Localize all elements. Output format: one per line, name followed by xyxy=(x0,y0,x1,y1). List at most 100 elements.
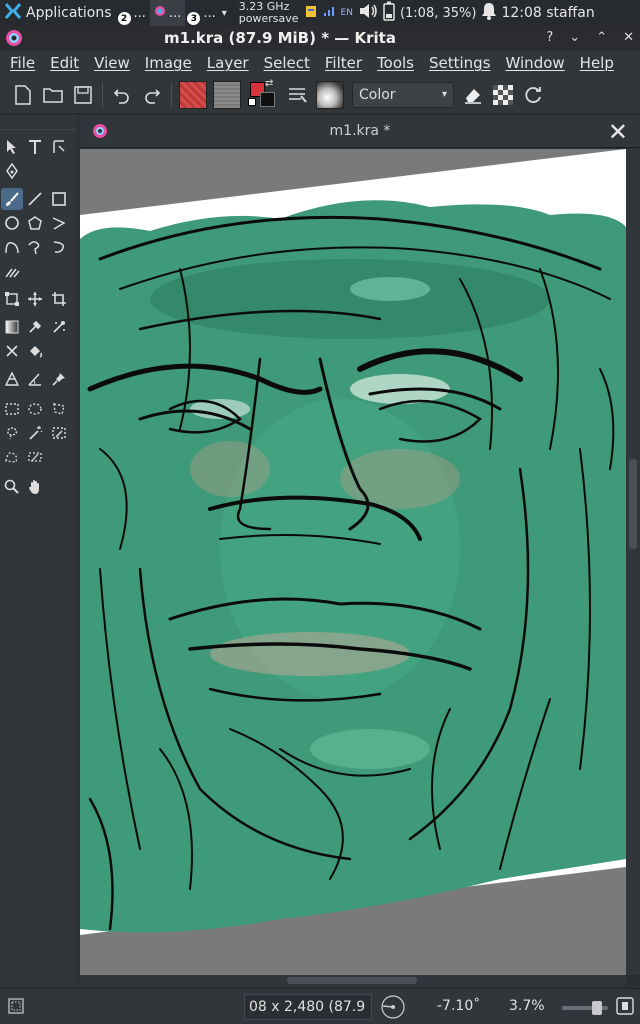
horizontal-scrollbar[interactable] xyxy=(80,975,626,986)
freehand-selection-tool[interactable] xyxy=(1,422,23,444)
menu-file[interactable]: File xyxy=(10,54,35,72)
window-maximize-icon[interactable]: ⌃ xyxy=(596,30,607,45)
image-size-field[interactable]: 08 x 2,480 (87.9 MiB) xyxy=(244,994,372,1020)
polyline-tool[interactable] xyxy=(48,212,70,234)
dynamic-brush-tool[interactable] xyxy=(48,236,70,258)
eraser-mode-button[interactable] xyxy=(458,80,488,110)
zoom-level[interactable]: 3.7% xyxy=(509,998,545,1014)
task-item-3[interactable]: 3 ... ▾ xyxy=(185,0,230,26)
horizontal-scrollbar-thumb[interactable] xyxy=(287,977,417,984)
perspective-grid-tool[interactable] xyxy=(1,368,23,390)
battery-icon[interactable] xyxy=(383,1,395,25)
application-launcher[interactable]: Applications xyxy=(0,0,116,26)
transform-tool[interactable] xyxy=(1,288,23,310)
gradient-selector[interactable] xyxy=(179,80,207,109)
undo-button[interactable] xyxy=(107,80,137,110)
select-shapes-tool[interactable] xyxy=(1,136,23,158)
rectangle-tool[interactable] xyxy=(48,188,70,210)
perspective-grid-icon xyxy=(4,371,20,386)
reload-preset-button[interactable] xyxy=(518,80,548,110)
contiguous-selection-tool[interactable] xyxy=(24,422,46,444)
menu-tools[interactable]: Tools xyxy=(377,54,414,72)
forehead-shadow xyxy=(150,259,550,339)
rotation-dial-icon[interactable] xyxy=(380,994,406,1024)
window-titlebar[interactable]: m1.kra (87.9 MiB) * — Krita ? ⌄ ⌃ ✕ xyxy=(0,26,640,50)
swap-colors-icon[interactable]: ⇄ xyxy=(265,78,273,89)
zoom-slider-handle[interactable] xyxy=(591,1001,602,1015)
background-color-swatch[interactable] xyxy=(260,91,275,107)
similar-color-selection-tool[interactable] xyxy=(48,422,70,444)
color-selector[interactable]: ⇄ xyxy=(248,78,278,110)
selection-mode-icon[interactable] xyxy=(8,998,24,1018)
menu-help[interactable]: Help xyxy=(580,54,614,72)
text-tool[interactable] xyxy=(24,136,46,158)
rotation-angle[interactable]: -7.10˚ xyxy=(437,998,480,1014)
polygonal-selection-tool[interactable] xyxy=(48,398,70,420)
smart-patch-tool[interactable] xyxy=(48,316,70,338)
document-tab[interactable]: m1.kra * ✕ xyxy=(80,116,640,148)
network-signal-icon[interactable] xyxy=(322,5,336,21)
menu-settings[interactable]: Settings xyxy=(429,54,491,72)
elliptical-selection-tool[interactable] xyxy=(24,398,46,420)
bezier-curve-tool[interactable] xyxy=(1,236,23,258)
magnetic-selection-tool[interactable] xyxy=(24,446,46,468)
brush-settings-button[interactable] xyxy=(282,80,312,110)
cpu-frequency-widget[interactable]: 3.23 GHz powersave xyxy=(239,1,299,25)
fill-tool[interactable] xyxy=(24,340,46,362)
calligraphy-tool[interactable] xyxy=(1,160,23,182)
freehand-path-tool[interactable] xyxy=(24,236,46,258)
reference-images-tool[interactable] xyxy=(48,368,70,390)
save-button[interactable] xyxy=(68,80,98,110)
polygon-icon xyxy=(28,216,42,230)
clipboard-icon[interactable] xyxy=(305,4,317,22)
preserve-alpha-button[interactable] xyxy=(488,80,518,110)
measure-angle-icon xyxy=(28,373,41,386)
chevron-down-icon[interactable]: ▾ xyxy=(222,8,227,19)
menu-image[interactable]: Image xyxy=(145,54,192,72)
crop-tool[interactable] xyxy=(48,288,70,310)
menu-layer[interactable]: Layer xyxy=(207,54,249,72)
bezier-selection-tool[interactable] xyxy=(1,446,23,468)
open-document-button[interactable] xyxy=(38,80,68,110)
panel-clock[interactable]: 12:08 staffan xyxy=(501,5,594,21)
redo-button[interactable] xyxy=(137,80,167,110)
task-item-1[interactable]: 2 ... xyxy=(116,0,150,26)
vertical-scrollbar-thumb[interactable] xyxy=(629,459,637,549)
measure-tool[interactable] xyxy=(24,368,46,390)
keyboard-layout[interactable]: EN xyxy=(341,8,353,18)
multibrush-tool[interactable] xyxy=(1,260,23,282)
rectangular-selection-tool[interactable] xyxy=(1,398,23,420)
assistant-tool[interactable] xyxy=(1,340,23,362)
color-picker-tool[interactable] xyxy=(24,316,46,338)
freehand-brush-tool[interactable] xyxy=(1,188,23,210)
task-item-2[interactable]: ... xyxy=(149,0,186,26)
close-document-icon[interactable]: ✕ xyxy=(608,118,628,146)
window-minimize-icon[interactable]: ⌄ xyxy=(569,30,580,45)
new-document-button[interactable] xyxy=(8,80,38,110)
menu-edit[interactable]: Edit xyxy=(50,54,79,72)
move-tool[interactable] xyxy=(24,288,46,310)
blending-mode-select[interactable]: Color ▾ xyxy=(352,81,454,108)
pattern-selector[interactable] xyxy=(213,80,241,109)
vertical-scrollbar[interactable] xyxy=(626,149,640,975)
menu-select[interactable]: Select xyxy=(264,54,310,72)
reset-colors-icon[interactable] xyxy=(248,97,256,106)
menu-view[interactable]: View xyxy=(94,54,130,72)
brush-preset-preview[interactable] xyxy=(316,80,344,109)
fullscreen-toggle-icon[interactable] xyxy=(616,997,634,1019)
line-tool[interactable] xyxy=(24,188,46,210)
ellipse-tool[interactable] xyxy=(1,212,23,234)
notifications-bell-icon[interactable] xyxy=(481,2,497,24)
window-close-icon[interactable]: ✕ xyxy=(623,30,634,45)
polygon-tool[interactable] xyxy=(24,212,46,234)
pan-tool[interactable] xyxy=(24,476,46,498)
volume-icon[interactable] xyxy=(358,3,378,23)
menu-window[interactable]: Window xyxy=(506,54,565,72)
window-help-icon[interactable]: ? xyxy=(546,30,553,45)
zoom-tool[interactable] xyxy=(1,476,23,498)
zoom-slider[interactable] xyxy=(562,1001,608,1015)
gradient-tool[interactable] xyxy=(1,316,23,338)
drawing-canvas[interactable] xyxy=(80,149,626,975)
edit-shapes-tool[interactable] xyxy=(48,136,70,158)
menu-filter[interactable]: Filter xyxy=(325,54,362,72)
